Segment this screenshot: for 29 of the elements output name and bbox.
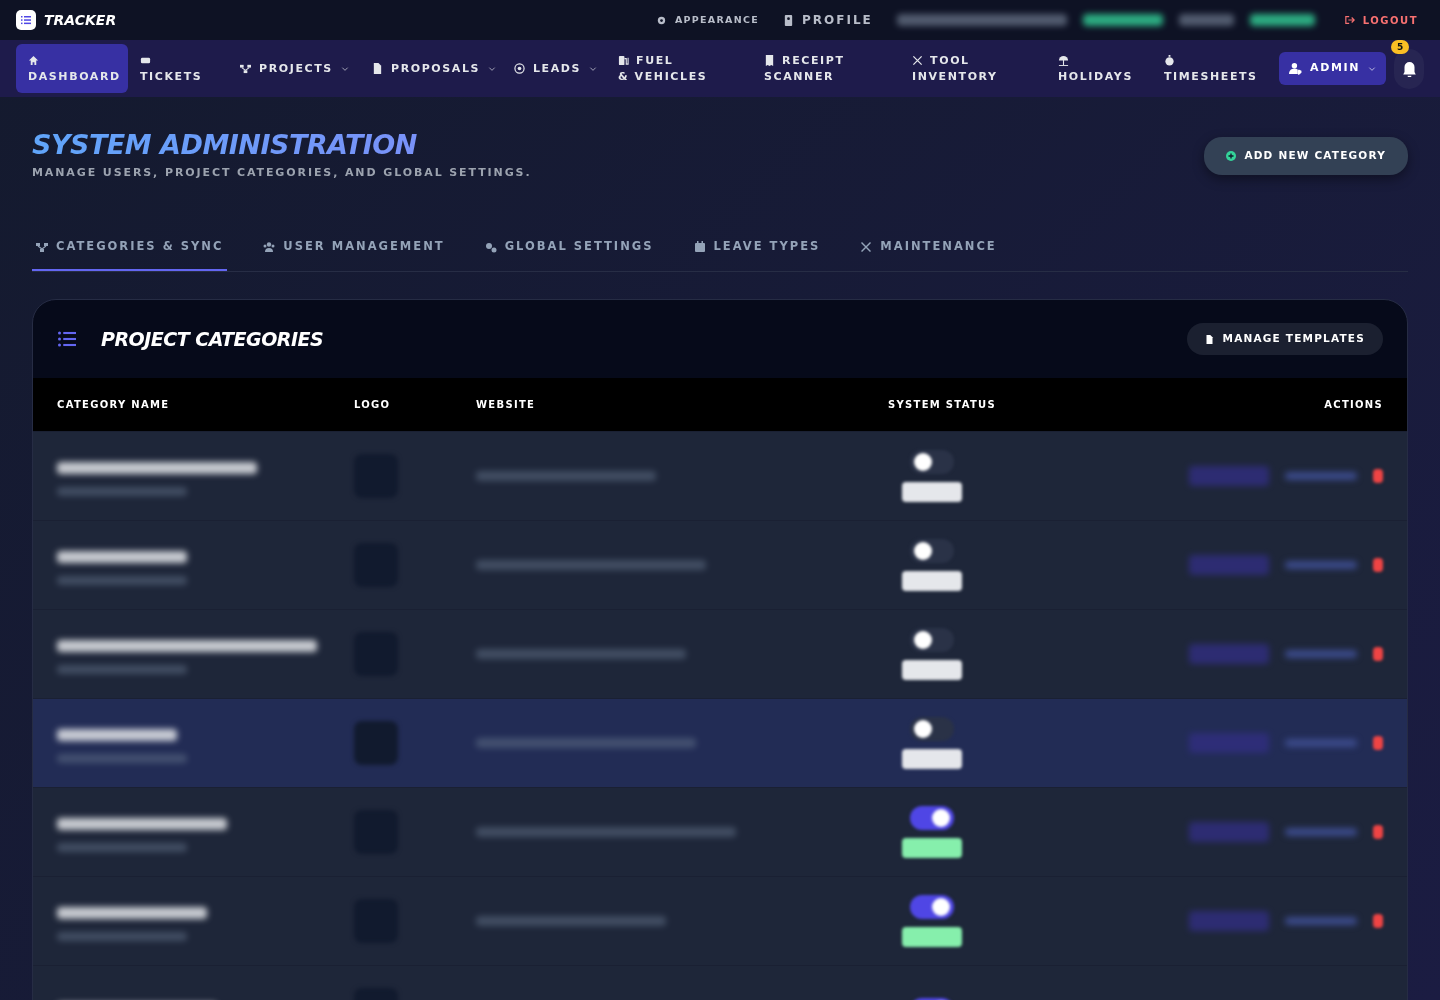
logout-link[interactable]: LOGOUT	[1338, 11, 1424, 29]
nav-item[interactable]: PROPOSALS	[360, 44, 502, 93]
panel-title: PROJECT CATEGORIES	[101, 326, 324, 352]
nav-item[interactable]: TIMESHEETS	[1152, 44, 1268, 93]
tab[interactable]: USER MANAGEMENT	[259, 227, 449, 272]
column-header: WEBSITE	[476, 399, 536, 411]
top-link[interactable]: PROFILE	[783, 11, 873, 29]
app-name: TRACKER	[44, 10, 117, 30]
nav-item[interactable]: DASHBOARD	[16, 44, 128, 93]
nav-item[interactable]: HOLIDAYS	[1046, 44, 1152, 93]
column-header: CATEGORY NAME	[57, 399, 170, 411]
tab[interactable]: CATEGORIES & SYNC	[32, 227, 228, 272]
tab[interactable]: GLOBAL SETTINGS	[480, 227, 658, 272]
nav-item[interactable]: PROJECTS	[228, 44, 360, 93]
nav-item[interactable]: TOOL INVENTORY	[900, 44, 1046, 93]
nav-item[interactable]: LEADS	[502, 44, 606, 93]
tab[interactable]: LEAVE TYPES	[689, 227, 825, 272]
tab[interactable]: MAINTENANCE	[856, 227, 1001, 272]
column-header: SYSTEM STATUS	[888, 399, 996, 411]
column-header: ACTIONS	[1324, 399, 1383, 411]
nav-item[interactable]: FUEL & VEHICLES	[606, 44, 752, 93]
nav-item[interactable]: TICKETS	[128, 44, 228, 93]
manage-templates-button[interactable]: MANAGE TEMPLATES	[1187, 323, 1383, 355]
page-subtitle: MANAGE USERS, PROJECT CATEGORIES, AND GLOBAL SETTINGS.	[32, 165, 532, 182]
add-category-button[interactable]: ADD NEW CATEGORY	[1204, 137, 1408, 175]
nav-item[interactable]: RECEIPT SCANNER	[752, 44, 900, 93]
admin-menu[interactable]: ADMIN	[1279, 52, 1386, 85]
column-header: LOGO	[354, 399, 391, 411]
top-link[interactable]: APPEARANCE	[655, 12, 760, 28]
